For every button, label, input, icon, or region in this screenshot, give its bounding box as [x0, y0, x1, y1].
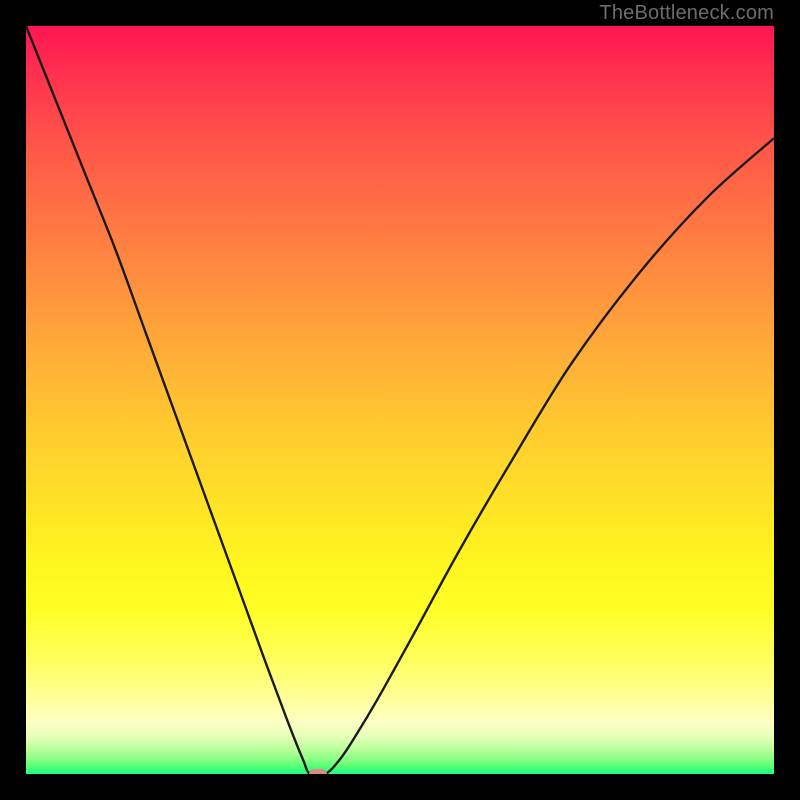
bottleneck-curve	[26, 26, 774, 774]
watermark-text: TheBottleneck.com	[599, 2, 774, 25]
plot-area	[26, 26, 774, 774]
min-marker	[309, 769, 327, 774]
curve-svg	[26, 26, 774, 774]
chart-frame: TheBottleneck.com	[0, 0, 800, 800]
